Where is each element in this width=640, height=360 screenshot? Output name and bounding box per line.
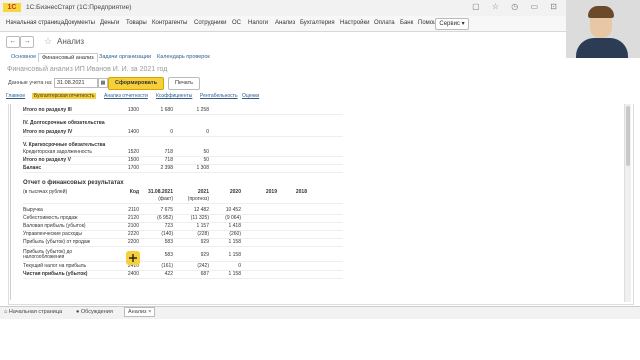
report-title: Финансовый анализ ИП Иванов И. И. за 202… [7,66,168,73]
main-menu: Начальная страница Документы Деньги Това… [0,16,640,32]
window-controls[interactable]: ▢ ☆ ◷ ▭ ⊡ [472,2,562,11]
pl-title: Отчет о финансовых результатах [23,180,124,186]
menu-item-documents[interactable]: Документы [64,20,95,26]
menu-item-analysis[interactable]: Анализ [275,20,295,26]
menu-item-payment[interactable]: Оплата [374,20,395,26]
window-tab-analysis[interactable]: Анализ × [124,307,156,317]
subtab-ratios[interactable]: Коэффициенты [156,93,192,99]
print-button[interactable]: Печать [168,77,200,90]
report-section-tabs: Главное Бухгалтерская отчетность Анализ … [6,93,266,102]
table-row: Прибыль (убыток) доналогообложения 2300 … [23,248,343,262]
title-bar: 1С 1С:БизнесСтарт (1С:Предприятие) ▢ ☆ ◷… [0,0,640,17]
section-heading: IV. Долгосрочные обязательства [23,120,105,126]
subtab-profitability[interactable]: Рентабельность [200,93,238,99]
calendar-icon[interactable]: ▦ [98,78,108,88]
menu-item-taxes[interactable]: Налоги [248,20,268,26]
menu-item-money[interactable]: Деньги [100,20,119,26]
favorite-star-icon[interactable]: ☆ [44,36,52,47]
generate-button[interactable]: Сформировать [108,77,164,90]
date-label: Данные учета на: [8,80,53,86]
tab-org-tasks[interactable]: Задачи организации [96,53,154,61]
open-windows-bar: ⌂ Начальная страница ● Обсуждения Анализ… [0,306,640,319]
vertical-scrollbar[interactable] [624,104,631,302]
window-tab-discussions[interactable]: ● Обсуждения [76,309,113,315]
menu-item-employees[interactable]: Сотрудники [194,20,227,26]
tab-main[interactable]: Основное [8,53,39,61]
webcam-overlay [566,0,640,58]
pl-header-sub: (факт) (прогноз) [23,195,343,204]
window-tab-home[interactable]: ⌂ Начальная страница [4,309,62,315]
menu-item-goods[interactable]: Товары [126,20,147,26]
menu-item-accounting[interactable]: Бухгалтерия [300,20,335,26]
table-row: Прибыль (убыток) от продаж 2200 583 929 1 1… [23,238,343,247]
date-field[interactable]: 31.08.2021 [54,78,98,88]
subtab-ratings[interactable]: Оценки [242,93,259,99]
back-button[interactable]: ← [6,36,20,48]
table-row: Чистая прибыль (убыток) 2400 422 687 1 158 [23,270,343,279]
service-menu-button[interactable]: Сервис ▾ [435,18,469,30]
menu-item-bank[interactable]: Банк [400,20,413,26]
report-sheet: Итого по разделу III 1300 1 680 1 258 IV. … [8,104,634,305]
app-title: 1С:БизнесСтарт (1С:Предприятие) [26,4,132,11]
subtab-main[interactable]: Главное [6,93,25,99]
menu-item-fixed-assets[interactable]: ОС [232,20,241,26]
menu-item-counterparties[interactable]: Контрагенты [152,20,187,26]
table-row: Итого по разделу III 1300 1 680 1 258 [23,106,343,115]
table-row: Баланс 1700 2 398 1 308 [23,164,343,173]
page-title: Анализ [57,37,85,46]
menu-item-settings[interactable]: Настройки [340,20,369,26]
menu-item-home[interactable]: Начальная страница [6,20,64,26]
subtab-report-analysis[interactable]: Анализ отчетности [104,93,148,99]
subtab-accounting-reports[interactable]: Бухгалтерская отчетность [32,93,97,99]
forward-button[interactable]: → [20,36,34,48]
app-logo: 1С [3,3,21,12]
cursor-highlight-icon [126,251,140,265]
tab-inspection-calendar[interactable]: Календарь проверок [154,53,213,61]
close-icon[interactable]: × [148,309,151,315]
table-row: Итого по разделу IV 1400 00 [23,128,343,137]
tab-financial-analysis[interactable]: Финансовый анализ [38,53,98,62]
